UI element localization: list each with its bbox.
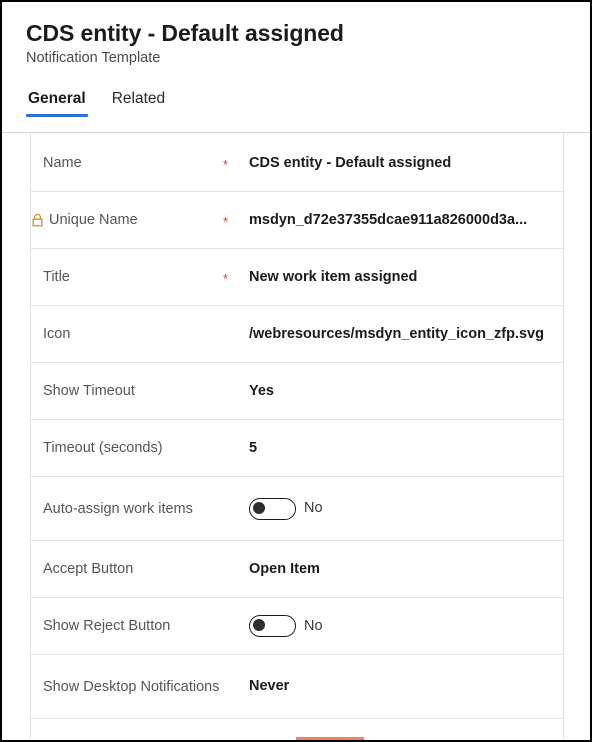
field-label-name: Name [43, 153, 223, 173]
form-body: Name * CDS entity - Default assigned Uni… [2, 133, 590, 740]
field-label-icon-text: Icon [43, 326, 71, 342]
tabstrip: General Related [26, 90, 590, 118]
field-label-icon: Icon [43, 324, 223, 344]
field-row-show-desktop-notifications: Show Desktop Notifications Never [31, 655, 563, 719]
page-title: CDS entity - Default assigned [26, 20, 344, 46]
field-value-owner: ? [249, 736, 553, 740]
field-row-name: Name * CDS entity - Default assigned [31, 135, 563, 192]
field-value-show-timeout[interactable]: Yes [249, 382, 553, 401]
notification-template-window: CDS entity - Default assigned Notificati… [0, 0, 592, 742]
field-label-title: Title [43, 267, 223, 287]
field-label-show-reject-button: Show Reject Button [43, 616, 223, 636]
field-label-title-text: Title [43, 269, 70, 285]
field-row-accept-button: Accept Button Open Item [31, 541, 563, 598]
toggle-auto-assign-work-items[interactable] [249, 497, 296, 520]
field-value-unique-name[interactable]: msdyn_d72e37355dcae911a826000d3a... [249, 211, 553, 230]
required-marker-accept-button [223, 568, 249, 570]
field-row-icon: Icon /webresources/msdyn_entity_icon_zfp… [31, 306, 563, 363]
toggle-show-reject-button[interactable] [249, 615, 296, 637]
tab-related[interactable]: Related [110, 90, 167, 118]
required-marker-show-desktop-notifications [223, 686, 249, 688]
toggle-knob [253, 619, 266, 632]
field-label-show-timeout-text: Show Timeout [43, 383, 135, 399]
field-value-name[interactable]: CDS entity - Default assigned [249, 154, 553, 173]
field-label-show-timeout: Show Timeout [43, 381, 223, 401]
required-marker-title: * [223, 270, 229, 286]
field-label-unique-name: Unique Name [31, 210, 223, 230]
field-row-title: Title * New work item assigned [31, 249, 563, 306]
field-label-owner-text: Owner [43, 738, 86, 741]
field-value-timeout-seconds[interactable]: 5 [249, 439, 553, 458]
field-row-show-timeout: Show Timeout Yes [31, 363, 563, 420]
required-marker-auto-assign-work-items [223, 508, 249, 510]
field-row-unique-name: Unique Name * msdyn_d72e37355dcae911a826… [31, 192, 563, 249]
lock-icon [30, 213, 44, 228]
required-marker-unique-name: * [223, 213, 229, 229]
person-icon [272, 739, 289, 740]
field-label-show-reject-button-text: Show Reject Button [43, 618, 171, 634]
field-label-timeout-seconds-text: Timeout (seconds) [43, 440, 163, 456]
field-value-title[interactable]: New work item assigned [249, 268, 553, 287]
field-label-owner: Owner [43, 738, 223, 741]
field-label-timeout-seconds: Timeout (seconds) [43, 438, 223, 458]
required-marker-show-timeout [223, 390, 249, 392]
required-marker-name: * [223, 156, 229, 172]
field-label-show-desktop-notifications-text: Show Desktop Notifications [43, 678, 220, 695]
field-row-timeout-seconds: Timeout (seconds) 5 [31, 420, 563, 477]
field-row-owner: Owner * ? [31, 719, 563, 741]
toggle-label-show-reject-button: No [304, 617, 323, 634]
field-label-unique-name-text: Unique Name [49, 212, 138, 228]
tab-general[interactable]: General [26, 90, 88, 118]
field-value-show-desktop-notifications[interactable]: Never [249, 677, 553, 696]
field-row-show-reject-button: Show Reject Button No [31, 598, 563, 655]
field-value-accept-button[interactable]: Open Item [249, 560, 553, 579]
field-label-auto-assign-work-items-text: Auto-assign work items [43, 500, 193, 517]
page-subtitle: Notification Template [26, 50, 161, 67]
general-tab-panel: Name * CDS entity - Default assigned Uni… [30, 133, 564, 740]
owner-value-redacted[interactable] [296, 736, 364, 740]
required-marker-show-reject-button [223, 625, 249, 627]
field-label-auto-assign-work-items: Auto-assign work items [43, 499, 223, 519]
field-value-show-reject-button: No [249, 615, 553, 637]
field-label-accept-button-text: Accept Button [43, 561, 134, 577]
field-label-show-desktop-notifications: Show Desktop Notifications [43, 677, 223, 697]
tab-general-label: General [28, 89, 86, 107]
field-row-auto-assign-work-items: Auto-assign work items No [31, 477, 563, 541]
required-marker-icon [223, 333, 249, 335]
field-label-accept-button: Accept Button [43, 559, 223, 579]
toggle-knob [253, 501, 266, 514]
field-value-auto-assign-work-items: No [249, 497, 553, 520]
field-label-name-text: Name [43, 155, 82, 171]
required-marker-timeout-seconds [223, 447, 249, 449]
field-value-icon[interactable]: /webresources/msdyn_entity_icon_zfp.svg [249, 325, 553, 344]
record-header: CDS entity - Default assigned Notificati… [2, 2, 590, 133]
toggle-label-auto-assign-work-items: No [304, 500, 323, 517]
tab-related-label: Related [111, 89, 166, 107]
